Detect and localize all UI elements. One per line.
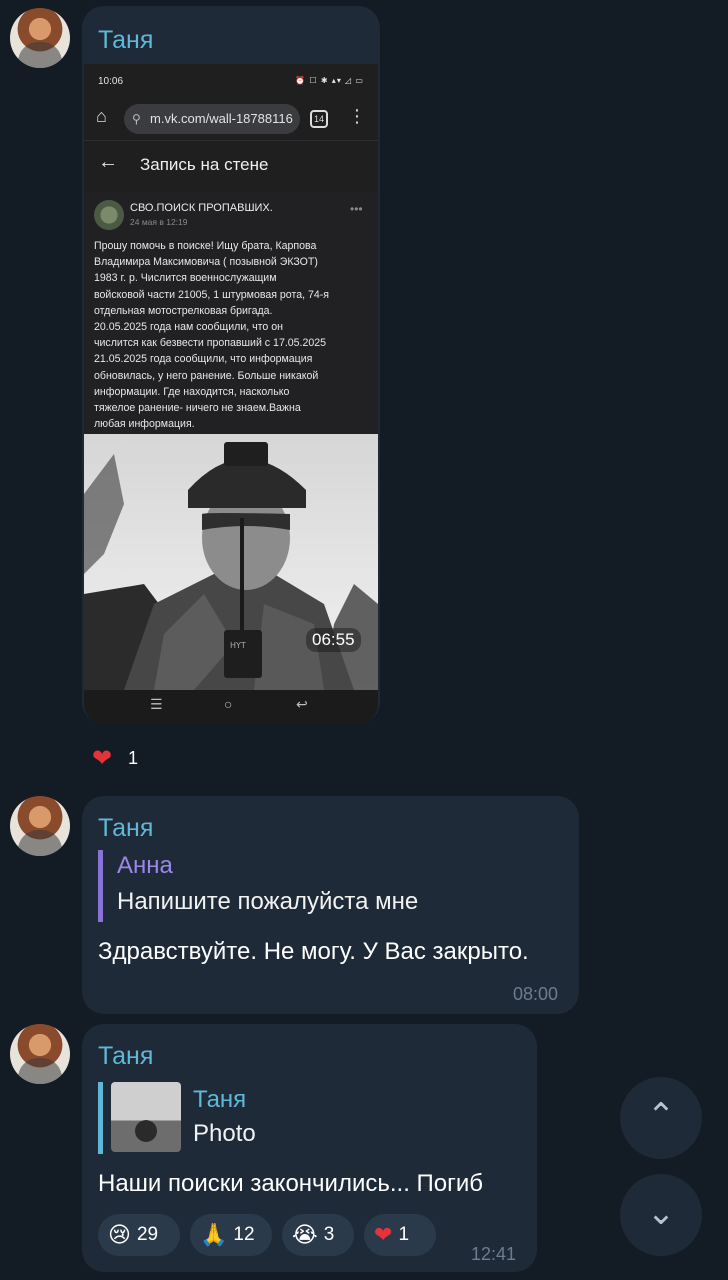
reaction-count: 1 — [128, 748, 139, 768]
phone-status-bar: 10:06 ⏰ ☐ ✱ ▴▾ ◿ ▭ — [84, 64, 378, 98]
reaction-count: 3 — [323, 1224, 335, 1245]
more-dots-icon: ••• — [350, 202, 363, 216]
message-bubble[interactable]: Таня Анна Напишите пожалуйста мне Здравс… — [82, 796, 579, 1014]
reaction-count: 29 — [136, 1224, 159, 1245]
browser-url: m.vk.com/wall-18788116 — [124, 104, 300, 134]
post-text: Прошу помочь в поиске! Ищу брата, Карпов… — [94, 240, 330, 431]
back-arrow-icon: ← — [98, 151, 118, 173]
sender-name[interactable]: Таня — [98, 1042, 153, 1071]
attached-screenshot[interactable]: 10:06 ⏰ ☐ ✱ ▴▾ ◿ ▭ ⌂ m.vk.com/wall-18788… — [84, 64, 378, 724]
group-name: СВО.ПОИСК ПРОПАВШИХ. — [130, 202, 273, 214]
home-circle-icon: ○ — [224, 696, 233, 712]
heart-icon: ❤ — [92, 745, 113, 772]
back-nav-icon: ↩ — [296, 696, 308, 712]
reaction-chip-sobbing[interactable]: 😭 3 — [282, 1214, 354, 1256]
group-avatar-icon — [94, 200, 124, 230]
page-title: Запись на стене — [140, 155, 269, 174]
post-date: 24 мая в 12:19 — [130, 217, 188, 227]
reply-quote[interactable]: Таня Photo — [98, 1082, 358, 1154]
phone-status-time: 10:06 — [98, 76, 124, 87]
heart-icon: ❤ — [374, 1222, 393, 1247]
video-duration: 06:55 — [306, 628, 361, 652]
message-time: 08:00 — [513, 984, 559, 1004]
phone-nav-bar: ☰ ○ ↩ — [84, 690, 378, 724]
reaction-heart[interactable]: ❤ 1 — [92, 744, 138, 773]
home-icon: ⌂ — [96, 106, 107, 126]
tabs-count: 14 — [310, 110, 328, 128]
chevron-up-icon: ⌃ — [646, 1097, 676, 1135]
sender-avatar[interactable] — [10, 796, 70, 856]
reply-photo-thumbnail — [111, 1082, 181, 1152]
vk-post: СВО.ПОИСК ПРОПАВШИХ. 24 мая в 12:19 ••• … — [84, 192, 378, 434]
chevron-down-icon: ⌄ — [646, 1194, 676, 1232]
phone-status-icons: ⏰ ☐ ✱ ▴▾ ◿ ▭ — [295, 76, 364, 85]
reply-text: Напишите пожалуйста мне — [117, 888, 419, 915]
kebab-menu-icon: ⋮ — [348, 106, 366, 126]
reply-author: Анна — [117, 852, 173, 879]
reaction-count: 1 — [398, 1224, 410, 1245]
page-header: ← Запись на стене — [84, 140, 378, 192]
reply-quote[interactable]: Анна Напишите пожалуйста мне — [98, 850, 418, 922]
reaction-chip-heart[interactable]: ❤ 1 — [364, 1214, 436, 1256]
sender-avatar[interactable] — [10, 1024, 70, 1084]
recent-apps-icon: ☰ — [150, 696, 163, 712]
reaction-count: 12 — [233, 1224, 255, 1245]
reply-text: Photo — [193, 1120, 256, 1147]
message-text: Наши поиски закончились... Погиб — [98, 1170, 484, 1197]
reaction-chip-pray[interactable]: 🙏 12 — [190, 1214, 272, 1256]
sender-avatar[interactable] — [10, 8, 70, 68]
message-time: 12:41 — [471, 1244, 517, 1264]
reaction-chip-crying[interactable]: 😢 29 — [98, 1214, 180, 1256]
sender-name[interactable]: Таня — [98, 26, 153, 55]
svg-text:HYT: HYT — [230, 641, 246, 650]
crying-face-icon: 😢 — [108, 1222, 131, 1247]
scroll-up-button[interactable]: ⌃ — [620, 1077, 702, 1159]
message-bubble-screenshot[interactable]: Таня 10:06 ⏰ ☐ ✱ ▴▾ ◿ ▭ ⌂ m.vk.com/wall-… — [82, 6, 380, 724]
loudly-crying-face-icon: 😭 — [292, 1222, 318, 1247]
sender-name[interactable]: Таня — [98, 814, 153, 843]
folded-hands-icon: 🙏 — [200, 1222, 228, 1247]
reply-author: Таня — [193, 1086, 247, 1113]
scroll-down-button[interactable]: ⌄ — [620, 1174, 702, 1256]
browser-toolbar: ⌂ m.vk.com/wall-18788116 14 ⋮ — [84, 98, 378, 140]
message-text: Здравствуйте. Не могу. У Вас закрыто. — [98, 938, 529, 965]
